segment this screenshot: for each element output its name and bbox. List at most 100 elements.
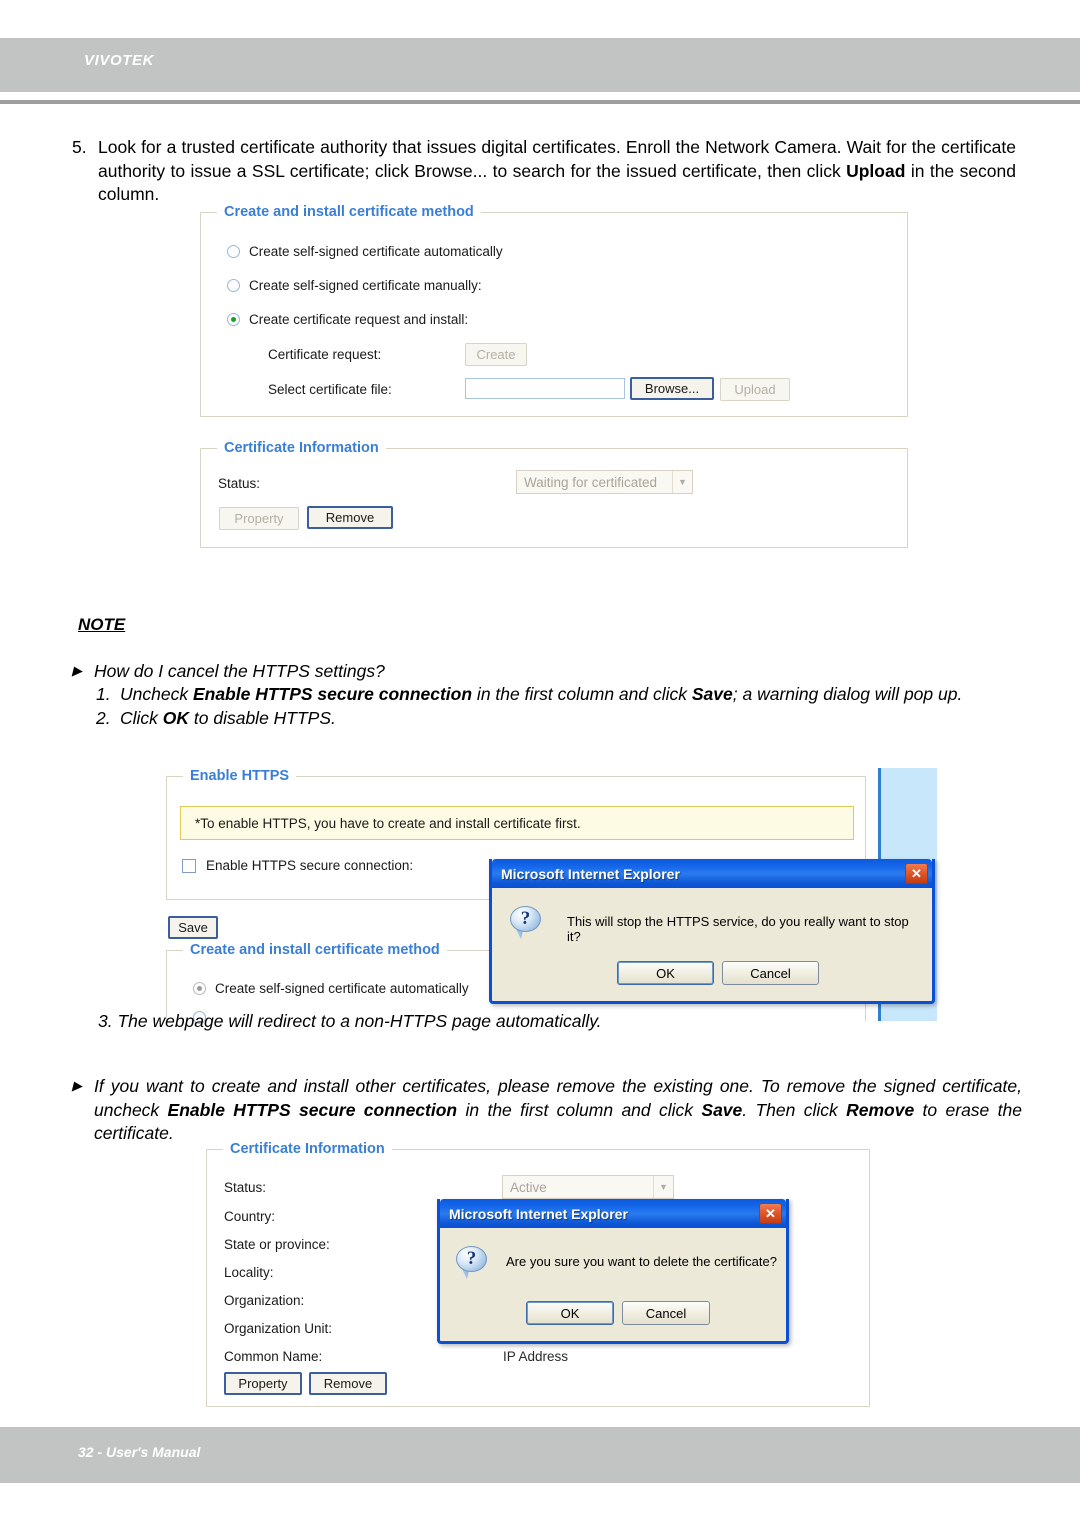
radio-button-icon[interactable] [227,245,240,258]
step-text-part1: Click [120,707,163,728]
save-button[interactable]: Save [168,916,218,939]
field-label: Status: [218,476,261,491]
step-text-part3: ; a warning dialog will pop up. [732,684,963,704]
label-status: Status: [224,1180,266,1195]
cancel-button[interactable]: Cancel [722,961,819,985]
radio-button-selected-icon[interactable] [193,982,206,995]
note-steps-list: 1. Uncheck Enable HTTPS secure connectio… [96,683,1028,730]
radio-button-icon[interactable] [227,279,240,292]
step-text-bold1: OK [162,707,190,728]
remove-button[interactable]: Remove [307,506,393,529]
question-mark-icon: ? [510,906,544,940]
status-dropdown-value: Waiting for certificated [524,474,658,490]
step-number: 2. [96,707,111,728]
step-text-bold2: Save [691,684,733,704]
dialog-delete-certificate[interactable]: Microsoft Internet Explorer ✕ ? Are you … [437,1199,789,1344]
radio-row-self-signed-manual[interactable]: Create self-signed certificate manually: [227,278,482,293]
radio-label: Create self-signed certificate manually: [249,278,482,293]
label-organization-unit: Organization Unit: [224,1321,332,1336]
radio-label: Create self-signed certificate automatic… [215,981,469,996]
radio-row-self-signed-auto[interactable]: Create self-signed certificate automatic… [227,244,503,259]
note-question-row: ▶ How do I cancel the HTTPS settings? [72,660,1022,684]
step-text-part2: to disable HTTPS. [189,707,336,728]
label-locality: Locality: [224,1265,274,1280]
panel-legend: Create and install certificate method [190,942,440,958]
para-bold2: Save [701,1099,743,1120]
step-text-part2: in the first column and click [472,684,692,704]
step-text-part1: Uncheck [120,684,193,704]
note-heading: NOTE [78,615,126,634]
field-label: Country: [224,1209,276,1224]
label-common-name: Common Name: [224,1349,322,1364]
label-select-certificate-file: Select certificate file: [268,382,392,397]
field-label: Organization: [224,1293,305,1308]
field-label: Locality: [224,1265,274,1280]
chevron-down-icon[interactable]: ▼ [653,1176,673,1198]
note-step-2: 2. Click OK to disable HTTPS. [96,707,1028,731]
dialog-stop-https[interactable]: Microsoft Internet Explorer ✕ ? This wil… [489,859,935,1004]
radio-label: Create certificate request and install: [249,312,469,327]
checkbox-icon[interactable] [182,858,196,873]
remove-certificate-paragraph: ▶ If you want to create and install othe… [72,1075,1022,1146]
screenshot-certificate-method: Create and install certificate method Cr… [200,204,908,548]
ok-button[interactable]: OK [526,1301,614,1325]
dialog-titlebar: Microsoft Internet Explorer ✕ [492,859,932,888]
note-step-3: 3. The webpage will redirect to a non-HT… [98,1011,602,1031]
certificate-file-input[interactable] [465,378,625,399]
para-bold3: Remove [846,1099,915,1120]
property-button[interactable]: Property [224,1372,302,1395]
step-body: Click OK to disable HTTPS. [120,707,1028,731]
browse-button[interactable]: Browse... [630,377,714,400]
instruction-step-5: 5. Look for a trusted certificate author… [72,136,1016,207]
triangle-bullet-icon: ▶ [72,1078,82,1093]
panel-legend: Enable HTTPS [190,768,290,784]
panel-legend: Certificate Information [230,1141,385,1157]
note-step-1: 1. Uncheck Enable HTTPS secure connectio… [96,683,1028,707]
step-body: Look for a trusted certificate authority… [98,136,1016,207]
cancel-button[interactable]: Cancel [622,1301,710,1325]
label-status: Status: [218,476,260,491]
checkbox-label: Enable HTTPS secure connection: [206,858,414,873]
common-name-value: IP Address [503,1349,569,1364]
step-body: Uncheck Enable HTTPS secure connection i… [120,683,1028,707]
close-icon[interactable]: ✕ [905,863,928,884]
panel-certificate-information: Certificate Information [200,440,908,548]
ok-button[interactable]: OK [617,961,714,985]
page-footer: 32 - User's Manual [0,1427,1080,1483]
dialog-message: Are you sure you want to delete the cert… [506,1254,777,1269]
paragraph-body: If you want to create and install other … [94,1075,1022,1146]
page-header: VIVOTEK [0,38,1080,92]
radio-row-self-signed-auto[interactable]: Create self-signed certificate automatic… [193,981,469,996]
step-number: 1. [96,684,111,704]
checkbox-row-enable-https[interactable]: Enable HTTPS secure connection: [182,858,413,873]
step-number: 5. [72,137,87,157]
dialog-title: Microsoft Internet Explorer [501,865,680,882]
radio-button-selected-icon[interactable] [227,313,240,326]
radio-row-cert-request[interactable]: Create certificate request and install: [227,312,468,327]
dialog-body: ? This will stop the HTTPS service, do y… [492,888,932,1001]
status-dropdown[interactable]: Waiting for certificated ▼ [516,470,693,494]
dialog-title: Microsoft Internet Explorer [449,1205,628,1222]
property-button[interactable]: Property [219,507,299,530]
field-label: State or province: [224,1237,330,1252]
create-button[interactable]: Create [465,343,527,366]
question-mark-icon: ? [456,1246,490,1280]
dialog-titlebar: Microsoft Internet Explorer ✕ [440,1199,786,1228]
remove-button[interactable]: Remove [309,1372,387,1395]
radio-label: Create self-signed certificate automatic… [249,244,503,259]
chevron-down-icon[interactable]: ▼ [672,471,692,493]
footer-page-label: 32 - User's Manual [78,1444,201,1460]
field-label: Common Name: [224,1349,323,1364]
para-part3: . Then click [742,1099,847,1120]
brand-logo: VIVOTEK [84,52,155,69]
label-country: Country: [224,1209,275,1224]
close-icon[interactable]: ✕ [759,1203,782,1224]
upload-button[interactable]: Upload [720,378,790,401]
para-part2: in the first column and click [457,1099,702,1120]
header-divider [0,100,1080,104]
label-certificate-request: Certificate request: [268,347,381,362]
warning-note-text: *To enable HTTPS, you have to create and… [195,815,581,831]
dialog-body: ? Are you sure you want to delete the ce… [440,1228,786,1341]
field-label: Certificate request: [268,347,382,362]
status-dropdown[interactable]: Active ▼ [502,1175,674,1199]
